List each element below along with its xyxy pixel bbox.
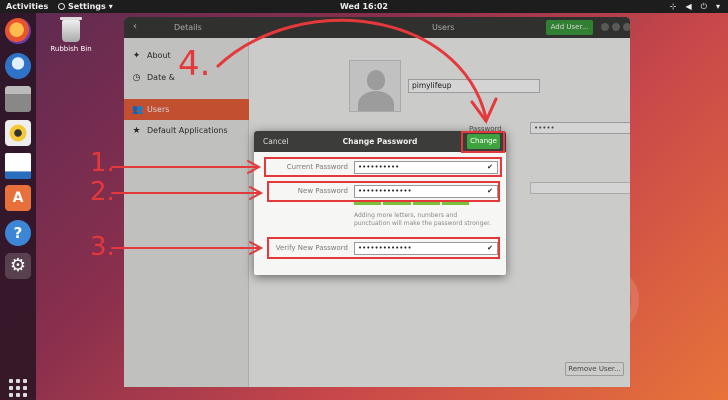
annotation-arrows [111, 18, 498, 255]
